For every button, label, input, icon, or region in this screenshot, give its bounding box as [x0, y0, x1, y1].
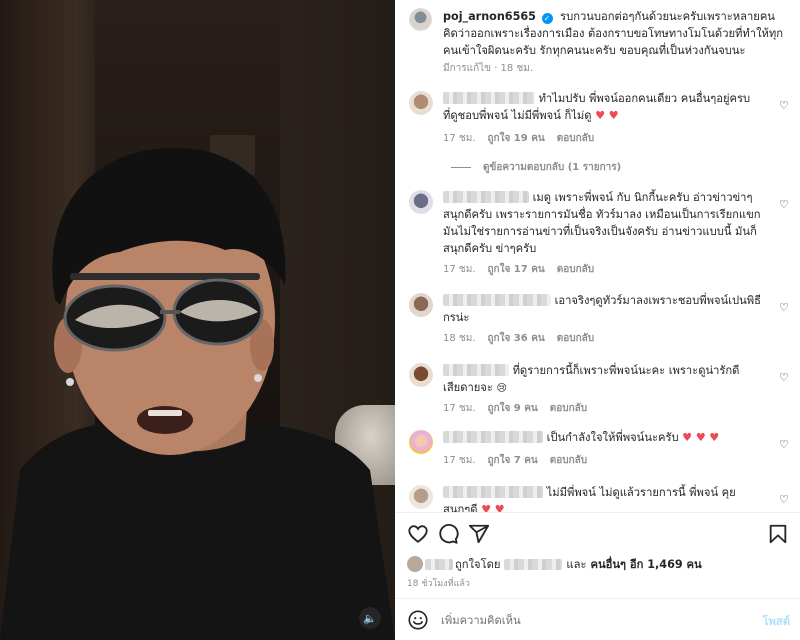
commenter-avatar[interactable] [409, 293, 433, 317]
comment-icon[interactable] [437, 523, 459, 545]
liked-by-row[interactable]: ถูกใจโดย และ คนอื่นๆ อีก 1,469 คน [407, 555, 702, 573]
comment-meta: 17 ชม. ถูกใจ 19 คน ตอบกลับ [443, 131, 594, 146]
comment-time: 17 ชม. [443, 403, 476, 414]
comment-input[interactable] [441, 610, 741, 630]
video-frame-person [0, 147, 395, 640]
instagram-post-view: 🔈 poj_arnon6565 ✓ รบกวนบอกต่อๆกันด้วยนะค… [0, 0, 800, 640]
blurred-username [443, 431, 543, 443]
comment-like-count[interactable]: ถูกใจ 36 คน [487, 331, 544, 346]
comment-like-count[interactable]: ถูกใจ 9 คน [487, 401, 537, 416]
blurred-username [443, 294, 551, 306]
caption-text: poj_arnon6565 ✓ รบกวนบอกต่อๆกันด้วยนะครั… [443, 8, 788, 59]
blurred-username [504, 558, 563, 570]
liked-by-others[interactable]: คนอื่นๆ อีก 1,469 คน [590, 555, 701, 573]
comment-like-count[interactable]: ถูกใจ 7 คน [487, 453, 537, 468]
blurred-username [443, 486, 543, 498]
commenter-avatar[interactable] [409, 363, 433, 387]
liked-by-prefix: ถูกใจโดย [455, 558, 501, 571]
comment-text: เมดู เพราะพี่พจน์ กับ นิกกี้นะครับ อ่าวข… [443, 189, 761, 257]
comment-time: 17 ชม. [443, 455, 476, 466]
section-divider [395, 512, 800, 513]
comment-meta: 17 ชม. ถูกใจ 17 คน ตอบกลับ [443, 262, 594, 277]
comment-list[interactable]: ทำไมปรับ พี่พจน์ออกคนเดียว คนอื่นๆอยู่คร… [395, 82, 800, 512]
commenter-avatar[interactable] [409, 190, 433, 214]
volume-button[interactable]: 🔈 [359, 607, 381, 629]
like-comment-icon[interactable]: ♡ [779, 439, 791, 451]
replies-line [451, 167, 471, 168]
commenter-avatar[interactable] [409, 430, 433, 454]
liker-avatar[interactable] [407, 556, 423, 572]
verified-icon: ✓ [541, 13, 553, 24]
edited-label: มีการแก้ไข [443, 63, 491, 74]
emoji-icon[interactable] [407, 609, 429, 631]
sad-emoji: 😢 [496, 383, 507, 394]
like-comment-icon[interactable]: ♡ [779, 494, 791, 506]
like-icon[interactable] [407, 523, 429, 545]
comment-meta: 17 ชม. ถูกใจ 9 คน ตอบกลับ [443, 401, 587, 416]
comment-time: 18 ชม. [443, 333, 476, 344]
reply-button[interactable]: ตอบกลับ [550, 453, 587, 468]
comment-meta: 17 ชม. ถูกใจ 7 คน ตอบกลับ [443, 453, 587, 468]
caption-meta: มีการแก้ไข · 18 ชม. [443, 61, 533, 76]
comment-body: เป็นกำลังใจให้พี่พจน์นะครับ [546, 431, 679, 444]
comment-time: 17 ชม. [443, 133, 476, 144]
like-comment-icon[interactable]: ♡ [779, 100, 791, 112]
reply-button[interactable]: ตอบกลับ [557, 331, 594, 346]
post-action-bar [395, 519, 800, 549]
like-comment-icon[interactable]: ♡ [779, 199, 791, 211]
post-sidebar: poj_arnon6565 ✓ รบกวนบอกต่อๆกันด้วยนะครั… [395, 0, 800, 640]
post-comment-button[interactable]: โพสต์ [763, 612, 790, 630]
video-player[interactable]: 🔈 [0, 0, 395, 640]
comment-meta: 18 ชม. ถูกใจ 36 คน ตอบกลับ [443, 331, 594, 346]
composer-divider [395, 598, 800, 599]
comment-text: ทำไมปรับ พี่พจน์ออกคนเดียว คนอื่นๆอยู่คร… [443, 90, 761, 124]
comment-composer: โพสต์ [395, 600, 800, 640]
author-avatar[interactable] [409, 8, 432, 31]
commenter-avatar[interactable] [409, 91, 433, 115]
author-username[interactable]: poj_arnon6565 [443, 10, 536, 23]
heart-emoji: ♥ ♥ [595, 109, 619, 122]
blurred-username [425, 558, 453, 570]
comment-text: ที่ดูรายการนี้ก็เพราะพี่พจน์นะคะ เพราะดู… [443, 362, 761, 397]
blurred-username [443, 364, 509, 376]
share-icon[interactable] [468, 523, 490, 545]
blurred-username [443, 191, 529, 203]
volume-icon: 🔈 [363, 611, 377, 625]
like-comment-icon[interactable]: ♡ [779, 302, 791, 314]
caption-time: 18 ชม. [500, 63, 534, 74]
save-icon[interactable] [767, 523, 789, 545]
reply-button[interactable]: ตอบกลับ [557, 131, 594, 146]
commenter-avatar[interactable] [409, 485, 433, 509]
view-replies-label: ดูข้อความตอบกลับ (1 รายการ) [483, 162, 622, 173]
comment-time: 17 ชม. [443, 264, 476, 275]
liked-by-and: และ [566, 558, 587, 571]
reply-button[interactable]: ตอบกลับ [550, 401, 587, 416]
view-replies-button[interactable]: ดูข้อความตอบกลับ (1 รายการ) [451, 160, 621, 175]
post-time-ago[interactable]: 18 ชั่วโมงที่แล้ว [407, 576, 470, 590]
heart-emoji: ♥ ♥ [481, 503, 505, 512]
post-caption-block: poj_arnon6565 ✓ รบกวนบอกต่อๆกันด้วยนะครั… [395, 0, 800, 82]
reply-button[interactable]: ตอบกลับ [557, 262, 594, 277]
comment-like-count[interactable]: ถูกใจ 19 คน [487, 131, 544, 146]
comment-text: เป็นกำลังใจให้พี่พจน์นะครับ ♥ ♥ ♥ [443, 429, 761, 446]
comment-text: เอาจริงๆดูทัวร์มาลงเพราะชอบพี่พจน์เปนพิธ… [443, 292, 761, 326]
comment-text: ไม่มีพี่พจน์ ไม่ดูแล้วรายการนี้ พี่พจน์ … [443, 484, 761, 512]
heart-emoji: ♥ ♥ ♥ [682, 431, 720, 444]
comment-like-count[interactable]: ถูกใจ 17 คน [487, 262, 544, 277]
blurred-username [443, 92, 535, 104]
like-comment-icon[interactable]: ♡ [779, 372, 791, 384]
